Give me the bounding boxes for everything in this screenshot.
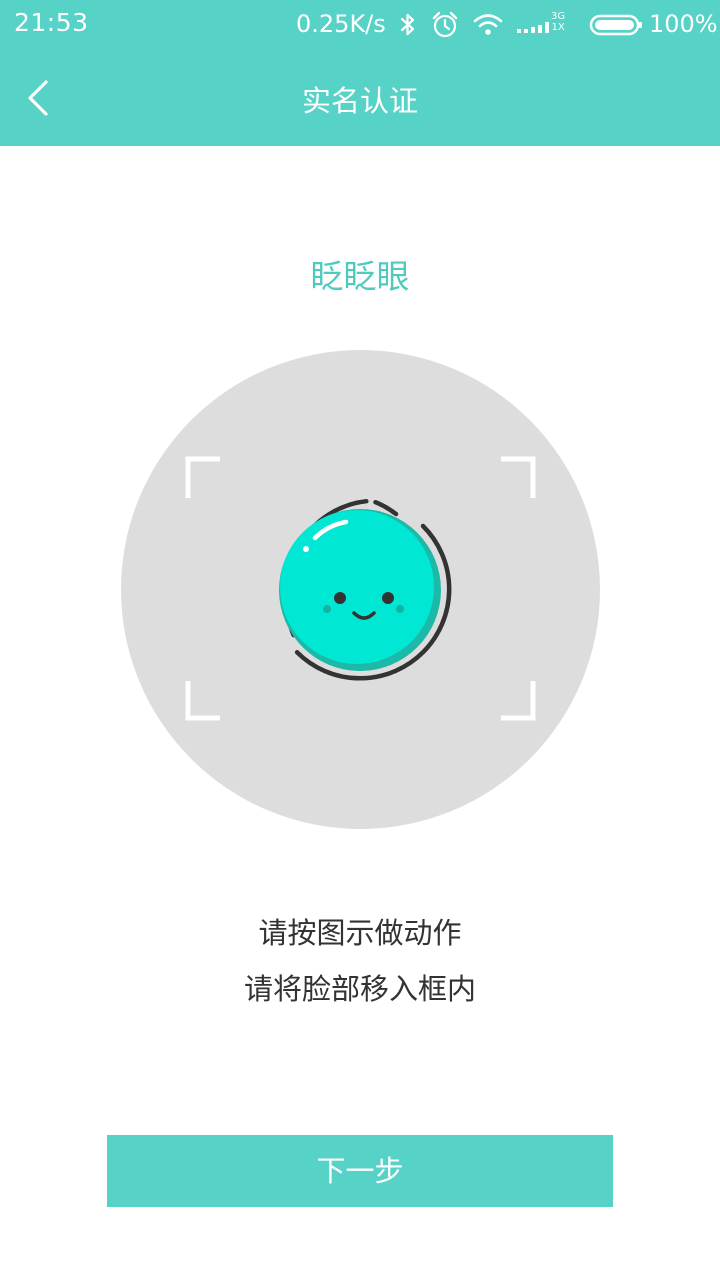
alarm-icon (432, 11, 458, 38)
bluetooth-icon (400, 13, 415, 36)
battery-percent: 100% (649, 10, 718, 38)
status-time: 21:53 (14, 8, 89, 37)
app-header: 21:53 0.25K/s 3G 1X 100% 实名认证 (0, 0, 720, 146)
instruction-line-2: 请将脸部移入框内 (243, 972, 476, 1006)
nav-bar: 实名认证 (0, 50, 720, 146)
status-bar: 21:53 0.25K/s 3G 1X 100% (0, 0, 720, 50)
battery-icon (589, 14, 642, 36)
signal-icon (517, 22, 549, 33)
network-type-indicator: 3G 1X (551, 11, 565, 33)
instruction-line-1: 请按图示做动作 (258, 916, 462, 950)
status-network-speed: 0.25K/s (296, 10, 386, 38)
network-sub: 1X (551, 22, 565, 33)
next-step-button[interactable]: 下一步 (107, 1135, 613, 1207)
page-title: 实名认证 (301, 84, 418, 118)
face-scan-graphic (185, 456, 536, 721)
action-prompt-title: 眨眨眼 (310, 257, 410, 296)
smiley-face-icon (279, 498, 452, 681)
wifi-icon (473, 14, 503, 35)
network-type: 3G (551, 11, 566, 22)
